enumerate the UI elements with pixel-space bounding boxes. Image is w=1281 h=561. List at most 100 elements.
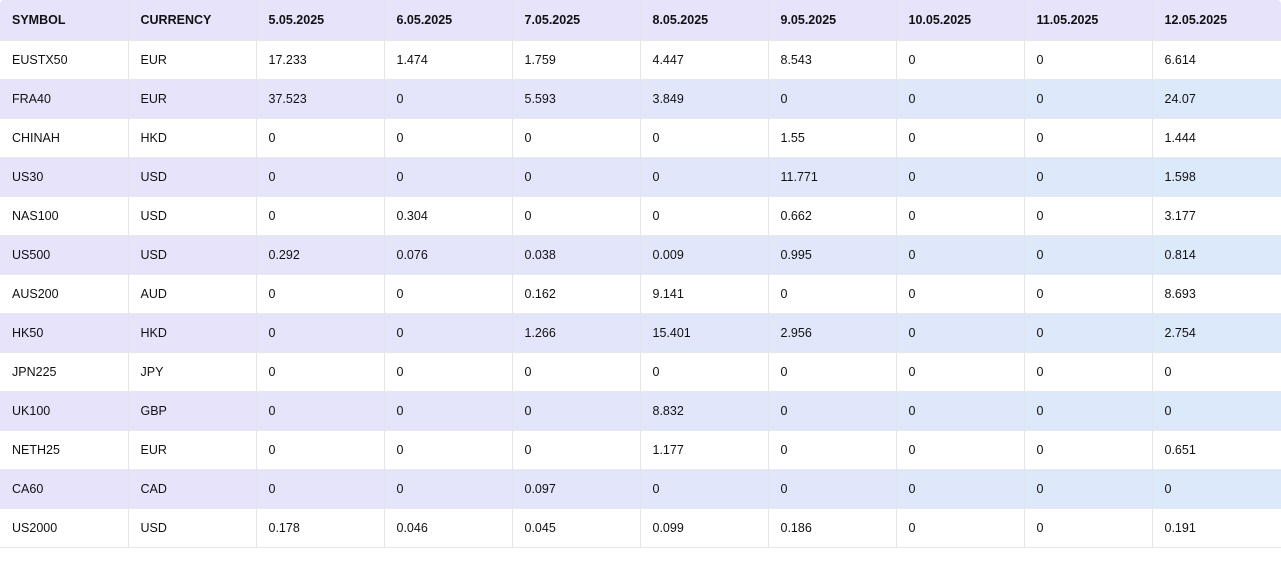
value-cell: 0 [512, 352, 641, 392]
value-cell: 0 [1024, 235, 1153, 275]
value-cell: 0.304 [384, 196, 513, 236]
value-cell: 0 [384, 391, 513, 431]
value-cell: 0 [1024, 196, 1153, 236]
value-cell: 0 [1024, 79, 1153, 119]
value-cell: 1.598 [1152, 157, 1281, 197]
value-cell: 0 [256, 313, 385, 353]
value-cell: 0 [256, 352, 385, 392]
value-cell: 0 [384, 313, 513, 353]
table-row: EUSTX50 EUR 17.233 1.474 1.759 4.447 8.543 0 0 6.… [0, 40, 1281, 80]
value-cell: 0.046 [384, 508, 513, 548]
table-row: NAS100 USD 0 0.304 0 0 0.662 0 0 3.177 [0, 196, 1281, 236]
table-row: CHINAH HKD 0 0 0 0 1.55 0 0 1.444 [0, 118, 1281, 158]
value-cell: 9.141 [640, 274, 769, 314]
value-cell: 0 [1024, 313, 1153, 353]
currency-cell: CAD [128, 469, 257, 509]
value-cell: 0 [896, 157, 1025, 197]
value-cell: 0.009 [640, 235, 769, 275]
value-cell: 17.233 [256, 40, 385, 80]
value-cell: 0 [896, 40, 1025, 80]
value-cell: 0 [640, 352, 769, 392]
value-cell: 0 [896, 118, 1025, 158]
value-cell: 1.759 [512, 40, 641, 80]
value-cell: 1.444 [1152, 118, 1281, 158]
value-cell: 37.523 [256, 79, 385, 119]
value-cell: 0 [384, 352, 513, 392]
value-cell: 0 [256, 274, 385, 314]
value-cell: 0 [1152, 391, 1281, 431]
table-row: JPN225 JPY 0 0 0 0 0 0 0 0 [0, 352, 1281, 392]
value-cell: 2.956 [768, 313, 897, 353]
value-cell: 0 [1024, 157, 1153, 197]
table-row: CA60 CAD 0 0 0.097 0 0 0 0 0 [0, 469, 1281, 509]
value-cell: 0 [896, 391, 1025, 431]
value-cell: 0 [640, 196, 769, 236]
currency-cell: HKD [128, 313, 257, 353]
value-cell: 0 [896, 274, 1025, 314]
value-cell: 0 [384, 79, 513, 119]
value-cell: 0 [768, 469, 897, 509]
value-cell: 0 [1024, 40, 1153, 80]
swap-rates-table: SYMBOL CURRENCY 5.05.2025 6.05.2025 7.05.202… [0, 0, 1281, 548]
value-cell: 0 [896, 352, 1025, 392]
value-cell: 4.447 [640, 40, 769, 80]
value-cell: 8.693 [1152, 274, 1281, 314]
symbol-cell: HK50 [0, 313, 129, 353]
value-cell: 2.754 [1152, 313, 1281, 353]
value-cell: 0.651 [1152, 430, 1281, 470]
symbol-cell: US30 [0, 157, 129, 197]
value-cell: 1.474 [384, 40, 513, 80]
value-cell: 0 [1024, 430, 1153, 470]
column-header-date-4: 8.05.2025 [640, 0, 769, 41]
currency-cell: USD [128, 508, 257, 548]
symbol-cell: US500 [0, 235, 129, 275]
value-cell: 0 [512, 391, 641, 431]
currency-cell: EUR [128, 40, 257, 80]
value-cell: 0.814 [1152, 235, 1281, 275]
value-cell: 0 [768, 352, 897, 392]
value-cell: 0 [256, 430, 385, 470]
currency-cell: USD [128, 196, 257, 236]
column-header-currency: CURRENCY [128, 0, 257, 41]
table-body: EUSTX50 EUR 17.233 1.474 1.759 4.447 8.543 0 0 6.… [0, 40, 1281, 548]
column-header-date-3: 7.05.2025 [512, 0, 641, 41]
value-cell: 0 [1024, 391, 1153, 431]
table-row: US2000 USD 0.178 0.046 0.045 0.099 0.186 0 0 0.19… [0, 508, 1281, 548]
value-cell: 1.55 [768, 118, 897, 158]
value-cell: 0 [256, 157, 385, 197]
value-cell: 0 [384, 118, 513, 158]
currency-cell: JPY [128, 352, 257, 392]
value-cell: 0 [896, 196, 1025, 236]
currency-cell: AUD [128, 274, 257, 314]
value-cell: 0.186 [768, 508, 897, 548]
value-cell: 0 [896, 469, 1025, 509]
column-header-date-2: 6.05.2025 [384, 0, 513, 41]
table-row: US500 USD 0.292 0.076 0.038 0.009 0.995 0 0 0.814 [0, 235, 1281, 275]
value-cell: 0 [896, 313, 1025, 353]
value-cell: 0.191 [1152, 508, 1281, 548]
value-cell: 0.662 [768, 196, 897, 236]
value-cell: 0 [512, 157, 641, 197]
value-cell: 0 [640, 469, 769, 509]
value-cell: 0 [512, 196, 641, 236]
value-cell: 0 [256, 118, 385, 158]
value-cell: 0.045 [512, 508, 641, 548]
value-cell: 0 [1024, 274, 1153, 314]
value-cell: 0.995 [768, 235, 897, 275]
value-cell: 0 [896, 508, 1025, 548]
value-cell: 0.292 [256, 235, 385, 275]
value-cell: 0 [640, 157, 769, 197]
value-cell: 0 [768, 430, 897, 470]
header-row: SYMBOL CURRENCY 5.05.2025 6.05.2025 7.05.202… [0, 0, 1281, 41]
value-cell: 0 [1024, 508, 1153, 548]
symbol-cell: CA60 [0, 469, 129, 509]
value-cell: 6.614 [1152, 40, 1281, 80]
value-cell: 0.097 [512, 469, 641, 509]
value-cell: 0 [256, 196, 385, 236]
value-cell: 0 [896, 79, 1025, 119]
table-row: FRA40 EUR 37.523 0 5.593 3.849 0 0 0 24.07 [0, 79, 1281, 119]
value-cell: 5.593 [512, 79, 641, 119]
currency-cell: GBP [128, 391, 257, 431]
symbol-cell: EUSTX50 [0, 40, 129, 80]
value-cell: 0 [1024, 118, 1153, 158]
